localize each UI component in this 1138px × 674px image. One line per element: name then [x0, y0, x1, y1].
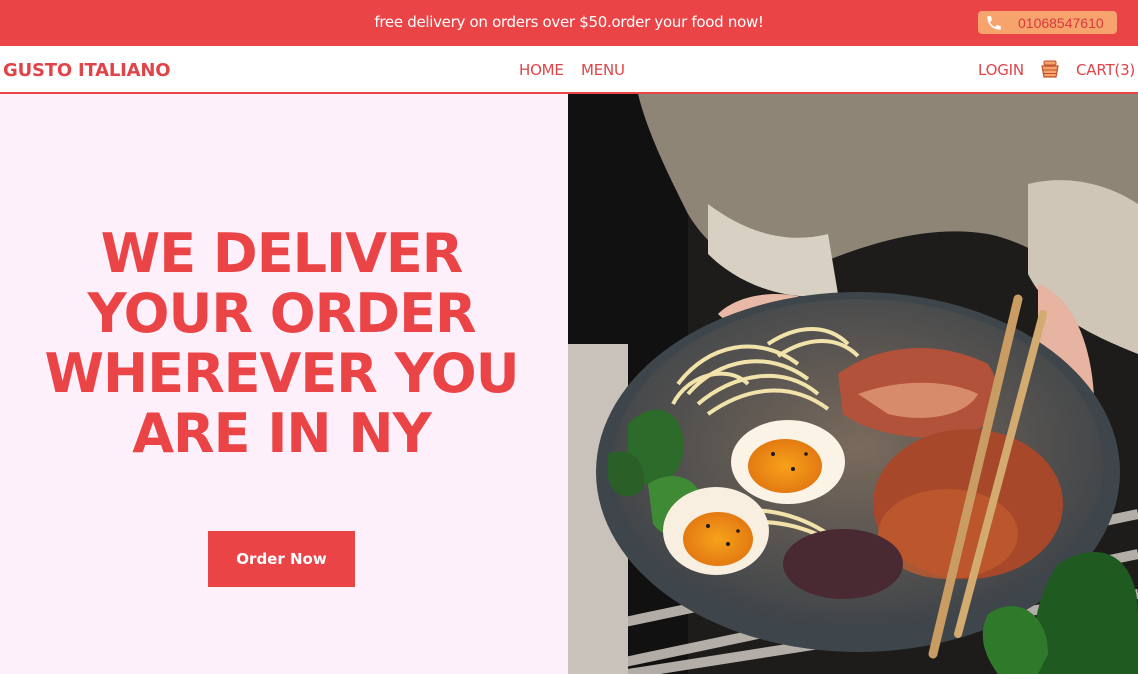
headline-line: YOUR ORDER [87, 282, 476, 345]
phone-link[interactable]: 01068547610 [978, 11, 1117, 34]
headline-line: WHEREVER YOU [44, 342, 519, 405]
hero-text-panel: WE DELIVER YOUR ORDER WHEREVER YOU ARE I… [0, 94, 568, 674]
phone-icon [987, 15, 1001, 30]
hero-image [568, 94, 1138, 674]
order-now-button[interactable]: Order Now [208, 531, 355, 587]
basket-icon[interactable] [1040, 59, 1060, 79]
nav-home[interactable]: HOME [519, 61, 564, 79]
headline-line: ARE IN NY [132, 402, 431, 465]
brand-logo[interactable]: GUSTO ITALIANO [3, 60, 171, 81]
nav-login[interactable]: LOGIN [978, 61, 1024, 79]
phone-number: 01068547610 [1018, 14, 1104, 31]
promo-bar: free delivery on orders over $50.order y… [0, 0, 1138, 46]
hero-headline: WE DELIVER YOUR ORDER WHEREVER YOU ARE I… [0, 224, 563, 464]
ramen-bowl-image [568, 94, 1138, 674]
main-navbar: GUSTO ITALIANO HOME MENU LOGIN CART(3) [0, 46, 1138, 94]
promo-text: free delivery on orders over $50.order y… [374, 13, 764, 31]
nav-menu[interactable]: MENU [581, 61, 625, 79]
nav-cart[interactable]: CART(3) [1076, 61, 1135, 79]
headline-line: WE DELIVER [100, 222, 464, 285]
